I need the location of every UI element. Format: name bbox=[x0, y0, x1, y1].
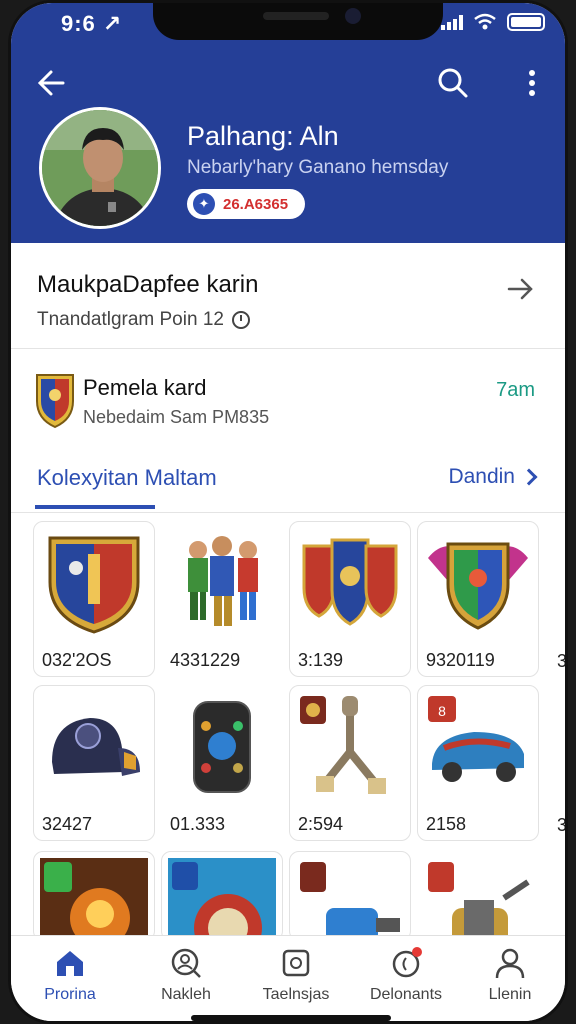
tri-shield-icon bbox=[302, 538, 398, 626]
edge-number: 3 bbox=[557, 815, 568, 835]
collection-item[interactable]: 01.333 bbox=[161, 685, 283, 841]
status-time: 9:6 ↗ bbox=[61, 11, 123, 36]
nav-label: Delonants bbox=[369, 986, 443, 1003]
blue-tool-icon bbox=[300, 862, 400, 940]
arrow-right-icon[interactable] bbox=[505, 273, 537, 305]
collection-item[interactable] bbox=[161, 851, 283, 941]
battery-icon bbox=[507, 13, 545, 31]
front-camera bbox=[345, 8, 361, 24]
square-icon bbox=[282, 949, 310, 977]
star-icon: ✦ bbox=[193, 193, 215, 215]
home-indicator[interactable] bbox=[191, 1015, 391, 1021]
nav-home[interactable]: Prorina bbox=[15, 946, 125, 1004]
person-icon bbox=[495, 948, 525, 979]
chevron-right-icon bbox=[520, 468, 538, 486]
collection-item[interactable]: 32427 bbox=[33, 685, 155, 841]
tab-collection[interactable]: Kolexyitan Maltam bbox=[37, 465, 217, 491]
speaker bbox=[263, 12, 329, 20]
info-row-title: MaukpaDapfee karin bbox=[37, 271, 259, 298]
nav-search[interactable]: Nakleh bbox=[131, 946, 241, 1004]
card-row-title: Pemela kard bbox=[83, 375, 207, 400]
info-row-subtitle-text: Tnandatlgram Poin 12 bbox=[37, 309, 224, 330]
card-row-subtitle: Nebedaim Sam PM835 bbox=[83, 407, 270, 427]
gadget-device-icon bbox=[193, 701, 251, 793]
collection-item[interactable]: 3:139 bbox=[289, 521, 411, 677]
profile-name: Palhang: Aln bbox=[187, 121, 339, 151]
collection-item[interactable]: 4331229 bbox=[161, 521, 283, 677]
wifi-icon bbox=[474, 13, 496, 30]
notch bbox=[153, 3, 443, 40]
points-value: 26.A6365 bbox=[223, 195, 289, 213]
collection-tabs: Kolexyitan Maltam Dandin bbox=[11, 449, 565, 513]
nav-squares[interactable]: Taelnsjas bbox=[241, 946, 351, 1004]
nav-label: Taelnsjas bbox=[262, 986, 330, 1003]
profile-photo bbox=[42, 110, 158, 226]
item-number: 01.333 bbox=[170, 814, 226, 834]
card-row-time: 7am bbox=[496, 379, 535, 401]
item-number: 9320119 bbox=[426, 650, 495, 670]
collection-item[interactable] bbox=[289, 851, 411, 941]
profile-subtitle: Nebarly'hary Ganano hemsday bbox=[187, 157, 449, 178]
collection-item[interactable] bbox=[33, 851, 155, 941]
collection-item[interactable]: 032'2OS bbox=[33, 521, 155, 677]
item-number: 32427 bbox=[42, 814, 93, 834]
info-row[interactable]: MaukpaDapfee karin Tnandatlgram Poin 12 bbox=[11, 247, 565, 349]
nav-profile[interactable]: Llenin bbox=[455, 946, 565, 1004]
phone-frame: 9:6 ↗ Palhang: Aln Nebarly'hary Ganano h… bbox=[8, 0, 568, 1024]
nav-notifications[interactable]: Delonants bbox=[351, 946, 461, 1004]
item-number: 2158 bbox=[426, 814, 467, 834]
status-icons bbox=[441, 13, 545, 31]
item-number: 2:594 bbox=[298, 814, 344, 834]
nav-label: Nakleh bbox=[161, 986, 211, 1003]
notification-icon bbox=[392, 947, 422, 978]
edge-number: 3 bbox=[557, 651, 568, 671]
item-number: 032'2OS bbox=[42, 650, 112, 670]
winged-crest-icon bbox=[428, 542, 528, 630]
points-badge[interactable]: ✦ 26.A6365 bbox=[187, 189, 305, 219]
collection-item[interactable]: 8 2158 bbox=[417, 685, 539, 841]
crest-shield-icon bbox=[48, 536, 140, 634]
home-icon bbox=[57, 951, 83, 976]
nav-label: Llenin bbox=[488, 986, 532, 1003]
more-options-icon[interactable] bbox=[517, 63, 547, 103]
action-figures-icon bbox=[188, 536, 258, 626]
back-arrow-icon[interactable] bbox=[33, 63, 73, 103]
svg-text:8: 8 bbox=[438, 703, 446, 719]
shield-thumbnail-icon bbox=[36, 374, 74, 429]
search-icon[interactable] bbox=[433, 63, 473, 103]
bottom-nav: Prorina Nakleh Taelnsjas Delonants Lleni… bbox=[11, 935, 565, 1021]
warrior-card-icon bbox=[40, 858, 148, 940]
nav-label: Prorina bbox=[44, 986, 96, 1003]
see-all-link[interactable]: Dandin bbox=[448, 465, 538, 489]
badge-card-icon bbox=[168, 858, 276, 940]
avatar[interactable] bbox=[39, 107, 161, 229]
toy-car-icon: 8 bbox=[428, 696, 524, 782]
signal-icon bbox=[441, 14, 463, 30]
cylinder-part-icon bbox=[428, 862, 530, 940]
search-user-icon bbox=[171, 948, 201, 978]
tab-underline bbox=[35, 505, 155, 509]
item-number: 3:139 bbox=[298, 650, 344, 670]
collection-item[interactable]: 2:594 bbox=[289, 685, 411, 841]
collection-item[interactable] bbox=[417, 851, 539, 941]
clock-icon bbox=[231, 311, 250, 329]
pull-cord-icon bbox=[300, 696, 386, 794]
card-row[interactable]: Pemela kard Nebedaim Sam PM835 7am bbox=[11, 351, 565, 449]
collection-item[interactable]: 9320119 bbox=[417, 521, 539, 677]
see-all-label: Dandin bbox=[448, 465, 515, 488]
vr-headset-icon bbox=[52, 718, 140, 776]
item-number: 4331229 bbox=[170, 650, 241, 670]
info-row-subtitle: Tnandatlgram Poin 12 bbox=[37, 309, 250, 331]
